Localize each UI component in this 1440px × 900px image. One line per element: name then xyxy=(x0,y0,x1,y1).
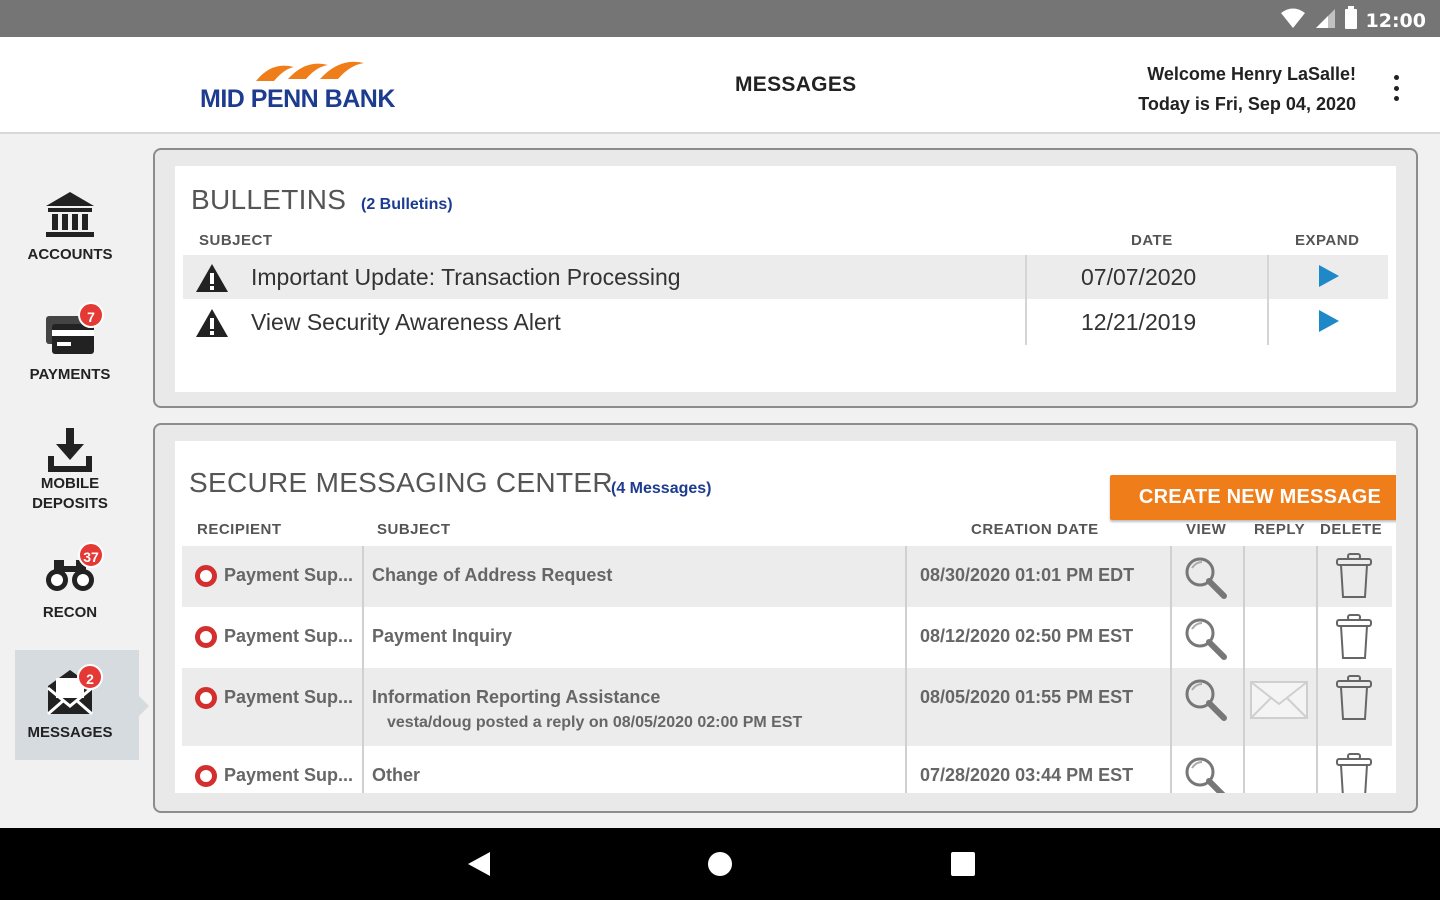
column-header-delete: DELETE xyxy=(1320,521,1383,538)
bulletins-content: BULLETINS (2 Bulletins) SUBJECT DATE EXP… xyxy=(175,166,1396,392)
expand-play-icon[interactable] xyxy=(1318,264,1340,288)
messages-badge: 2 xyxy=(77,664,103,690)
column-header-subject: SUBJECT xyxy=(199,232,273,249)
column-header-view: VIEW xyxy=(1186,521,1227,538)
wifi-icon xyxy=(1280,7,1306,34)
bulletin-date: 12/21/2019 xyxy=(1081,309,1197,335)
message-recipient: Payment Sup... xyxy=(224,565,354,585)
create-new-message-button[interactable]: CREATE NEW MESSAGE xyxy=(1110,475,1396,520)
logo-text: MID PENN BANK xyxy=(200,85,395,113)
current-date-text: Today is Fri, Sep 04, 2020 xyxy=(1138,94,1356,114)
bulletin-row[interactable]: View Security Awareness Alert 12/21/2019 xyxy=(183,300,1388,344)
sidebar-item-label: MESSAGES xyxy=(27,724,113,741)
sidebar-item-accounts[interactable]: ACCOUNTS xyxy=(0,188,140,298)
secure-messaging-panel: SECURE MESSAGING CENTER (4 Messages) CRE… xyxy=(153,423,1418,813)
message-subject: Change of Address Request xyxy=(372,565,613,585)
column-header-creation-date: CREATION DATE xyxy=(971,521,1099,538)
unread-indicator-icon xyxy=(195,765,217,787)
message-creation-date: 08/30/2020 01:01 PM EDT xyxy=(920,565,1135,585)
message-subject: Payment Inquiry xyxy=(372,626,513,646)
unread-indicator-icon xyxy=(195,687,217,709)
view-magnifier-icon[interactable] xyxy=(1182,554,1228,600)
system-nav-bar xyxy=(0,828,1440,900)
sidebar-item-payments[interactable]: 7 PAYMENTS xyxy=(0,302,140,418)
delete-trash-icon[interactable] xyxy=(1334,674,1374,722)
column-divider xyxy=(362,546,364,793)
signal-icon xyxy=(1314,7,1336,34)
delete-trash-icon[interactable] xyxy=(1334,552,1374,600)
bank-logo[interactable]: MID PENN BANK xyxy=(198,57,438,117)
view-magnifier-icon[interactable] xyxy=(1182,615,1228,661)
column-divider xyxy=(1025,255,1027,345)
message-subject: Other xyxy=(372,765,421,785)
column-divider xyxy=(905,546,907,793)
status-bar: 12:00 xyxy=(0,0,1440,37)
bulletin-date: 07/07/2020 xyxy=(1081,264,1197,290)
bulletins-title: BULLETINS xyxy=(191,184,347,215)
sidebar-item-label: ACCOUNTS xyxy=(27,246,113,263)
back-icon[interactable] xyxy=(466,850,492,878)
delete-trash-icon[interactable] xyxy=(1334,613,1374,661)
delete-trash-icon[interactable] xyxy=(1334,752,1374,793)
column-header-recipient: RECIPIENT xyxy=(197,521,282,538)
sidebar-item-label-line2: DEPOSITS xyxy=(32,495,108,512)
bank-icon xyxy=(46,192,94,237)
unread-indicator-icon xyxy=(195,626,217,648)
message-creation-date: 07/28/2020 03:44 PM EST xyxy=(920,765,1134,785)
sidebar-item-label: PAYMENTS xyxy=(29,366,111,383)
message-creation-date: 08/05/2020 01:55 PM EST xyxy=(920,687,1134,707)
bulletin-subject: View Security Awareness Alert xyxy=(251,309,561,335)
overflow-menu-icon[interactable] xyxy=(1386,73,1406,103)
message-creation-date: 08/12/2020 02:50 PM EST xyxy=(920,626,1134,646)
column-divider xyxy=(1316,546,1318,793)
messaging-title: SECURE MESSAGING CENTER xyxy=(189,467,613,498)
column-header-expand: EXPAND xyxy=(1295,232,1360,249)
logo-swoosh-icon xyxy=(256,61,364,81)
bulletins-count: (2 Bulletins) xyxy=(361,196,453,213)
message-recipient: Payment Sup... xyxy=(224,765,354,785)
message-reply-note: vesta/doug posted a reply on 08/05/2020 … xyxy=(387,714,803,731)
warning-icon xyxy=(196,309,228,337)
bulletin-subject: Important Update: Transaction Processing xyxy=(251,264,681,290)
page-title: MESSAGES xyxy=(735,73,857,96)
column-divider xyxy=(1243,546,1245,793)
payments-badge: 7 xyxy=(78,302,104,328)
welcome-text: Welcome Henry LaSalle! xyxy=(1147,64,1356,84)
sidebar-item-label: RECON xyxy=(42,604,98,621)
welcome-block: Welcome Henry LaSalle! Today is Fri, Sep… xyxy=(1138,59,1356,119)
messaging-content: SECURE MESSAGING CENTER (4 Messages) CRE… xyxy=(175,441,1396,793)
recon-badge: 37 xyxy=(78,542,104,568)
sidebar-item-mobile-deposits[interactable]: MOBILE DEPOSITS xyxy=(0,426,140,536)
reply-envelope-icon[interactable] xyxy=(1249,678,1309,722)
message-recipient: Payment Sup... xyxy=(224,687,354,707)
recents-icon[interactable] xyxy=(950,850,976,878)
sidebar-item-label: MOBILE xyxy=(40,475,100,492)
unread-indicator-icon xyxy=(195,565,217,587)
app-header: MID PENN BANK MESSAGES Welcome Henry LaS… xyxy=(0,37,1440,134)
warning-icon xyxy=(196,264,228,292)
column-header-date: DATE xyxy=(1131,232,1173,249)
bulletins-panel: BULLETINS (2 Bulletins) SUBJECT DATE EXP… xyxy=(153,148,1418,408)
expand-play-icon[interactable] xyxy=(1318,309,1340,333)
view-magnifier-icon[interactable] xyxy=(1182,754,1228,793)
battery-icon xyxy=(1344,6,1358,35)
column-divider xyxy=(1170,546,1172,793)
sidebar-item-messages[interactable]: 2 MESSAGES xyxy=(15,650,139,760)
message-subject: Information Reporting Assistance xyxy=(372,687,661,707)
messages-count: (4 Messages) xyxy=(611,480,712,497)
home-icon[interactable] xyxy=(706,850,734,878)
active-indicator xyxy=(139,696,149,716)
column-header-reply: REPLY xyxy=(1254,521,1306,538)
sidebar-item-recon[interactable]: 37 RECON xyxy=(0,542,140,660)
message-recipient: Payment Sup... xyxy=(224,626,354,646)
view-magnifier-icon[interactable] xyxy=(1182,676,1228,722)
column-divider xyxy=(1267,255,1269,345)
sidebar: ACCOUNTS 7 PAYMENTS MOBILE DEPOSITS 37 R… xyxy=(0,136,139,828)
clock: 12:00 xyxy=(1365,9,1426,32)
bulletin-row[interactable]: Important Update: Transaction Processing… xyxy=(183,255,1388,299)
column-header-subject: SUBJECT xyxy=(377,521,451,538)
